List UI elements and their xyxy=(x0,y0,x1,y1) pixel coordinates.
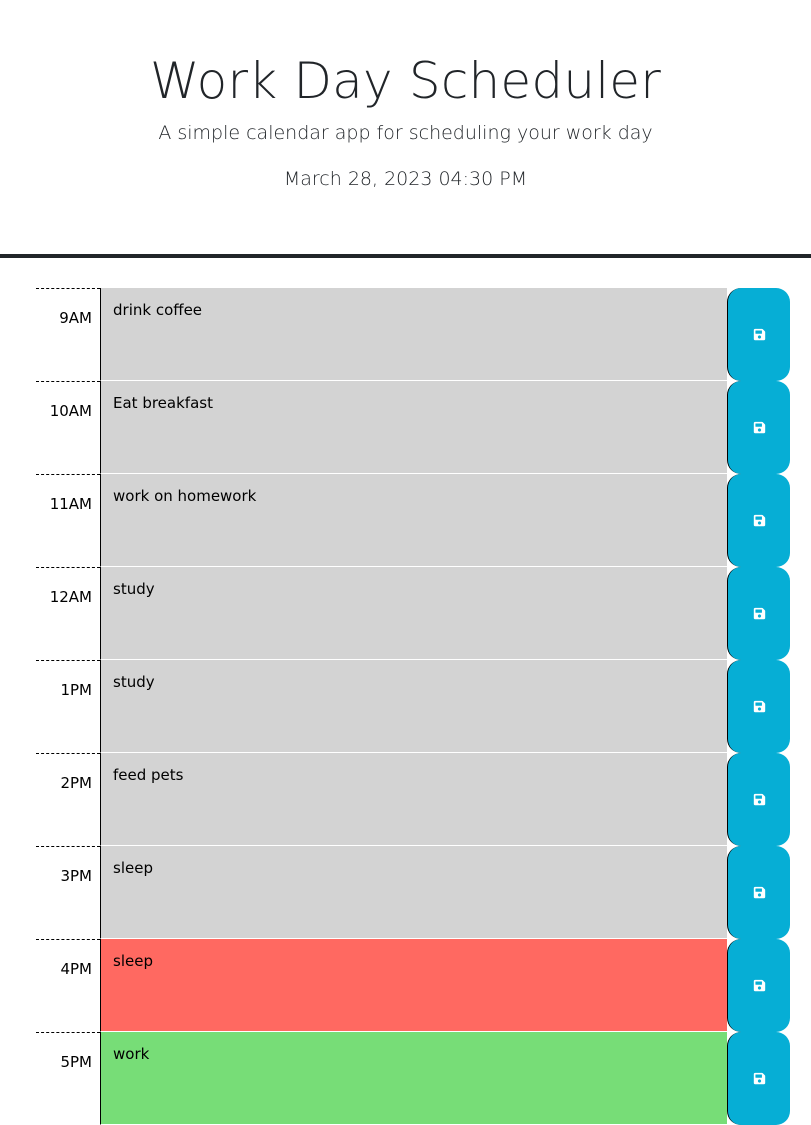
page-title: Work Day Scheduler xyxy=(149,52,662,110)
save-button[interactable] xyxy=(727,753,790,846)
hour-label: 11AM xyxy=(36,474,100,567)
event-description[interactable]: sleep xyxy=(100,846,727,939)
time-block-3pm: 3PM sleep xyxy=(36,846,790,939)
save-button[interactable] xyxy=(727,939,790,1032)
time-block-10am: 10AM Eat breakfast xyxy=(36,381,790,474)
event-description[interactable]: feed pets xyxy=(100,753,727,846)
event-description[interactable]: study xyxy=(100,660,727,753)
hour-label: 2PM xyxy=(36,753,100,846)
page-header: Work Day Scheduler A simple calendar app… xyxy=(0,0,811,258)
hour-label: 10AM xyxy=(36,381,100,474)
floppy-disk-icon xyxy=(753,793,765,806)
hour-label: 4PM xyxy=(36,939,100,1032)
event-description[interactable]: work on homework xyxy=(100,474,727,567)
save-button[interactable] xyxy=(727,1032,790,1125)
time-block-4pm: 4PM sleep xyxy=(36,939,790,1032)
floppy-disk-icon xyxy=(753,514,765,527)
time-block-12am: 12AM study xyxy=(36,567,790,660)
event-description[interactable]: study xyxy=(100,567,727,660)
time-block-1pm: 1PM study xyxy=(36,660,790,753)
save-button[interactable] xyxy=(727,660,790,753)
time-block-9am: 9AM drink coffee xyxy=(36,288,790,381)
hour-label: 3PM xyxy=(36,846,100,939)
time-block-5pm: 5PM work xyxy=(36,1032,790,1125)
event-description[interactable]: work xyxy=(100,1032,727,1125)
time-blocks-container: 9AM drink coffee 10AM Eat breakfast 11AM… xyxy=(36,288,790,1125)
floppy-disk-icon xyxy=(753,421,765,434)
time-block-11am: 11AM work on homework xyxy=(36,474,790,567)
floppy-disk-icon xyxy=(753,700,765,713)
event-description[interactable]: sleep xyxy=(100,939,727,1032)
hour-label: 5PM xyxy=(36,1032,100,1125)
save-button[interactable] xyxy=(727,288,790,381)
floppy-disk-icon xyxy=(753,979,765,992)
hour-label: 1PM xyxy=(36,660,100,753)
floppy-disk-icon xyxy=(753,328,765,341)
floppy-disk-icon xyxy=(753,886,765,899)
event-description[interactable]: drink coffee xyxy=(100,288,727,381)
time-block-2pm: 2PM feed pets xyxy=(36,753,790,846)
save-button[interactable] xyxy=(727,381,790,474)
page-subtitle: A simple calendar app for scheduling you… xyxy=(158,122,653,144)
hour-label: 9AM xyxy=(36,288,100,381)
event-description[interactable]: Eat breakfast xyxy=(100,381,727,474)
save-button[interactable] xyxy=(727,846,790,939)
floppy-disk-icon xyxy=(753,607,765,620)
current-date-time: March 28, 2023 04:30 PM xyxy=(283,168,528,190)
hour-label: 12AM xyxy=(36,567,100,660)
save-button[interactable] xyxy=(727,567,790,660)
floppy-disk-icon xyxy=(753,1072,765,1085)
save-button[interactable] xyxy=(727,474,790,567)
